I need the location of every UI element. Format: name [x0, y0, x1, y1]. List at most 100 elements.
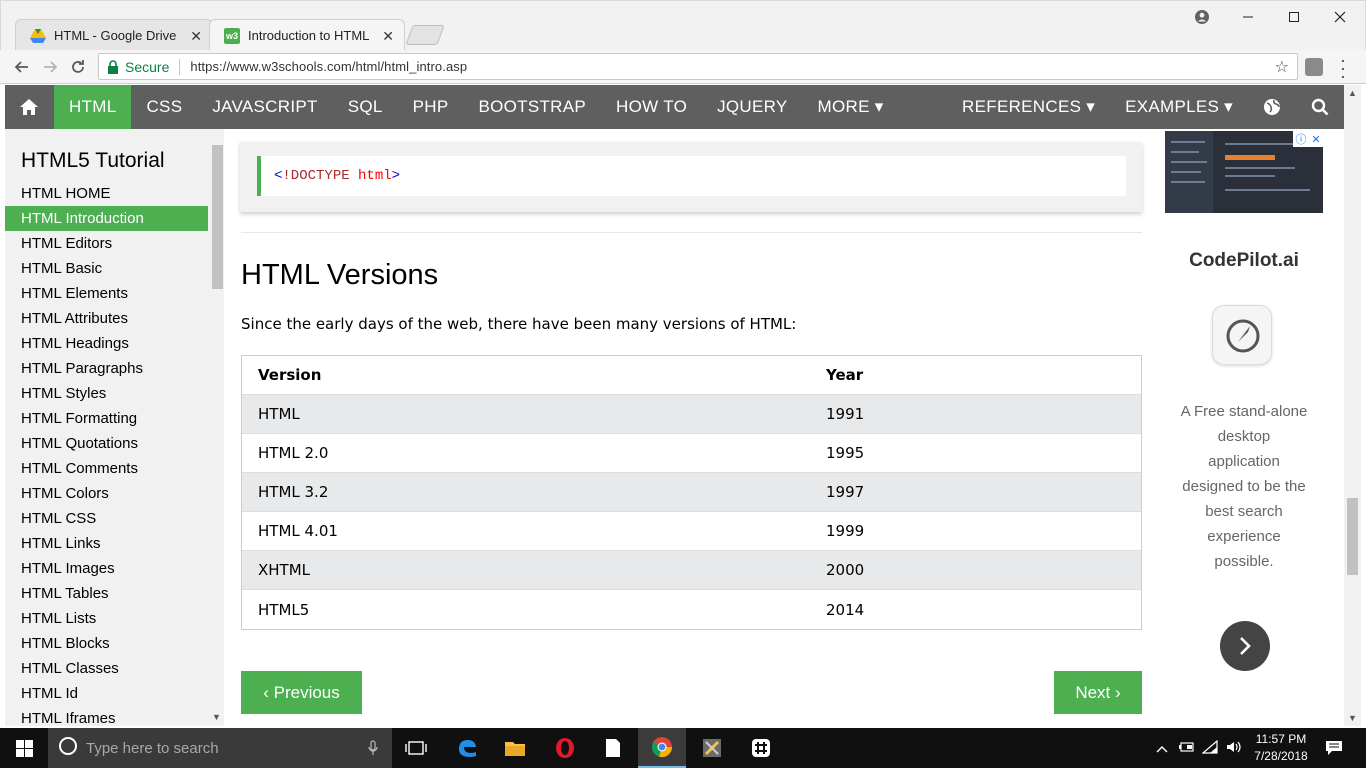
year-cell: 2000 [826, 561, 865, 579]
show-hidden-icons-chevron-icon[interactable] [1156, 741, 1168, 756]
tab-google-drive[interactable]: HTML - Google Drive ✕ [15, 19, 213, 51]
nav-sql[interactable]: SQL [333, 85, 398, 129]
sidebar-link[interactable]: HTML Paragraphs [5, 356, 208, 381]
tools-app-icon[interactable] [688, 728, 736, 768]
tab-title: Introduction to HTML [248, 28, 370, 43]
sidebar-link[interactable]: HTML Id [5, 681, 208, 706]
sidebar-link[interactable]: HTML Colors [5, 481, 208, 506]
search-icon[interactable] [1296, 85, 1344, 129]
sidebar-link[interactable]: HTML Classes [5, 656, 208, 681]
sidebar-link[interactable]: HTML Links [5, 531, 208, 556]
sidebar-link[interactable]: HTML Comments [5, 456, 208, 481]
opera-icon[interactable] [541, 728, 589, 768]
reload-icon[interactable] [66, 55, 90, 79]
page-scroll-thumb[interactable] [1347, 498, 1358, 575]
address-bar[interactable]: Secure https://www.w3schools.com/html/ht… [98, 53, 1298, 80]
sidebar-link[interactable]: HTML Styles [5, 381, 208, 406]
home-icon[interactable] [5, 85, 54, 129]
browser-menu-icon[interactable]: · · · [1340, 51, 1346, 85]
sidebar-link[interactable]: HTML Elements [5, 281, 208, 306]
clock-date: 7/28/2018 [1254, 749, 1308, 763]
edge-browser-icon[interactable] [443, 728, 491, 768]
minimize-icon[interactable] [1225, 5, 1271, 29]
battery-icon[interactable] [1178, 741, 1194, 756]
scroll-down-arrow-icon[interactable]: ▼ [1348, 713, 1357, 723]
profile-icon[interactable] [1179, 5, 1225, 29]
browser-toolbar: Secure https://www.w3schools.com/html/ht… [0, 50, 1366, 85]
sidebar-link[interactable]: HTML Iframes [5, 706, 208, 726]
google-drive-icon [30, 28, 46, 44]
close-tab-icon[interactable]: ✕ [190, 28, 202, 45]
sidebar-link[interactable]: HTML Formatting [5, 406, 208, 431]
table-row: HTML5 2014 [242, 590, 1141, 629]
version-cell: HTML5 [258, 600, 310, 619]
nav-more[interactable]: MORE ▾ [803, 85, 899, 129]
system-tray [1156, 728, 1242, 768]
file-explorer-icon[interactable] [491, 728, 539, 768]
sidebar-link[interactable]: HTML Blocks [5, 631, 208, 656]
sidebar-link[interactable]: HTML Quotations [5, 431, 208, 456]
next-button[interactable]: Next › [1054, 671, 1142, 714]
taskbar-clock[interactable]: 11:57 PM 7/28/2018 [1246, 731, 1316, 765]
wifi-icon[interactable] [1201, 739, 1218, 757]
sidebar-link[interactable]: HTML HOME [5, 181, 208, 206]
tab-introduction-to-html[interactable]: w3 Introduction to HTML ✕ [209, 19, 405, 51]
task-view-icon[interactable] [392, 728, 440, 768]
table-row: HTML 3.2 1997 [242, 473, 1141, 512]
code-attr: html [358, 168, 392, 184]
ad-next-arrow-icon[interactable] [1220, 621, 1270, 671]
nav-html[interactable]: HTML [54, 85, 132, 129]
globe-icon[interactable] [1248, 85, 1296, 129]
volume-icon[interactable] [1226, 740, 1242, 757]
nav-php[interactable]: PHP [398, 85, 464, 129]
codepilot-logo-icon[interactable] [1212, 305, 1272, 365]
ad-choices-icon[interactable]: ⓘ ✕ [1293, 131, 1323, 147]
extension-icon[interactable] [1305, 58, 1323, 76]
close-tab-icon[interactable]: ✕ [382, 28, 394, 45]
nav-references[interactable]: REFERENCES ▾ [947, 85, 1110, 129]
nav-javascript[interactable]: JAVASCRIPT [197, 85, 332, 129]
page-scrollbar[interactable]: ▲ ▼ [1344, 85, 1361, 726]
sidebar-link[interactable]: HTML Introduction [5, 206, 208, 231]
nav-css[interactable]: CSS [131, 85, 197, 129]
windows-start-icon[interactable] [0, 728, 48, 768]
sidebar-link[interactable]: HTML Lists [5, 606, 208, 631]
microphone-icon[interactable] [368, 740, 378, 761]
ad-brand[interactable]: CodePilot.ai [1158, 250, 1330, 272]
action-center-icon[interactable] [1310, 728, 1358, 768]
previous-button[interactable]: ‹ Previous [241, 671, 362, 714]
sidebar-link[interactable]: HTML Images [5, 556, 208, 581]
version-cell: HTML 2.0 [258, 444, 329, 462]
section-heading: HTML Versions [241, 259, 439, 291]
close-window-icon[interactable] [1317, 5, 1363, 29]
nav-examples[interactable]: EXAMPLES ▾ [1110, 85, 1248, 129]
sidebar-link[interactable]: HTML Basic [5, 256, 208, 281]
sidebar-link[interactable]: HTML CSS [5, 506, 208, 531]
sidebar-link[interactable]: HTML Editors [5, 231, 208, 256]
scroll-up-arrow-icon[interactable]: ▲ [1348, 88, 1357, 98]
sidebar-link[interactable]: HTML Headings [5, 331, 208, 356]
nav-bootstrap[interactable]: BOOTSTRAP [463, 85, 601, 129]
maximize-icon[interactable] [1271, 5, 1317, 29]
taskbar-search-box[interactable]: Type here to search [48, 728, 392, 768]
sidebar-scrollbar[interactable]: ▼ [208, 129, 224, 726]
scroll-down-arrow-icon[interactable]: ▼ [212, 712, 221, 722]
chrome-icon[interactable] [638, 728, 686, 768]
sidebar-scroll-thumb[interactable] [212, 145, 223, 289]
back-arrow-icon[interactable] [10, 55, 34, 79]
divider [179, 58, 181, 75]
advertisement[interactable]: ⓘ ✕ CodePilot.ai A Free stand-alone deskt… [1158, 129, 1344, 726]
bookmark-star-icon[interactable]: ☆ [1275, 57, 1289, 77]
forward-arrow-icon[interactable] [38, 55, 62, 79]
tutorial-sidebar: HTML5 Tutorial HTML HOME HTML Introductio… [5, 129, 224, 726]
notepad-file-icon[interactable] [589, 728, 637, 768]
new-tab-button[interactable] [405, 25, 445, 45]
nav-how-to[interactable]: HOW TO [601, 85, 702, 129]
sidebar-link[interactable]: HTML Tables [5, 581, 208, 606]
section-intro: Since the early days of the web, there h… [241, 315, 797, 333]
sidebar-link[interactable]: HTML Attributes [5, 306, 208, 331]
nav-jquery[interactable]: JQUERY [702, 85, 802, 129]
url-text[interactable]: https://www.w3schools.com/html/html_intr… [190, 59, 467, 74]
slack-icon[interactable] [737, 728, 785, 768]
table-row: HTML 1991 [242, 395, 1141, 434]
